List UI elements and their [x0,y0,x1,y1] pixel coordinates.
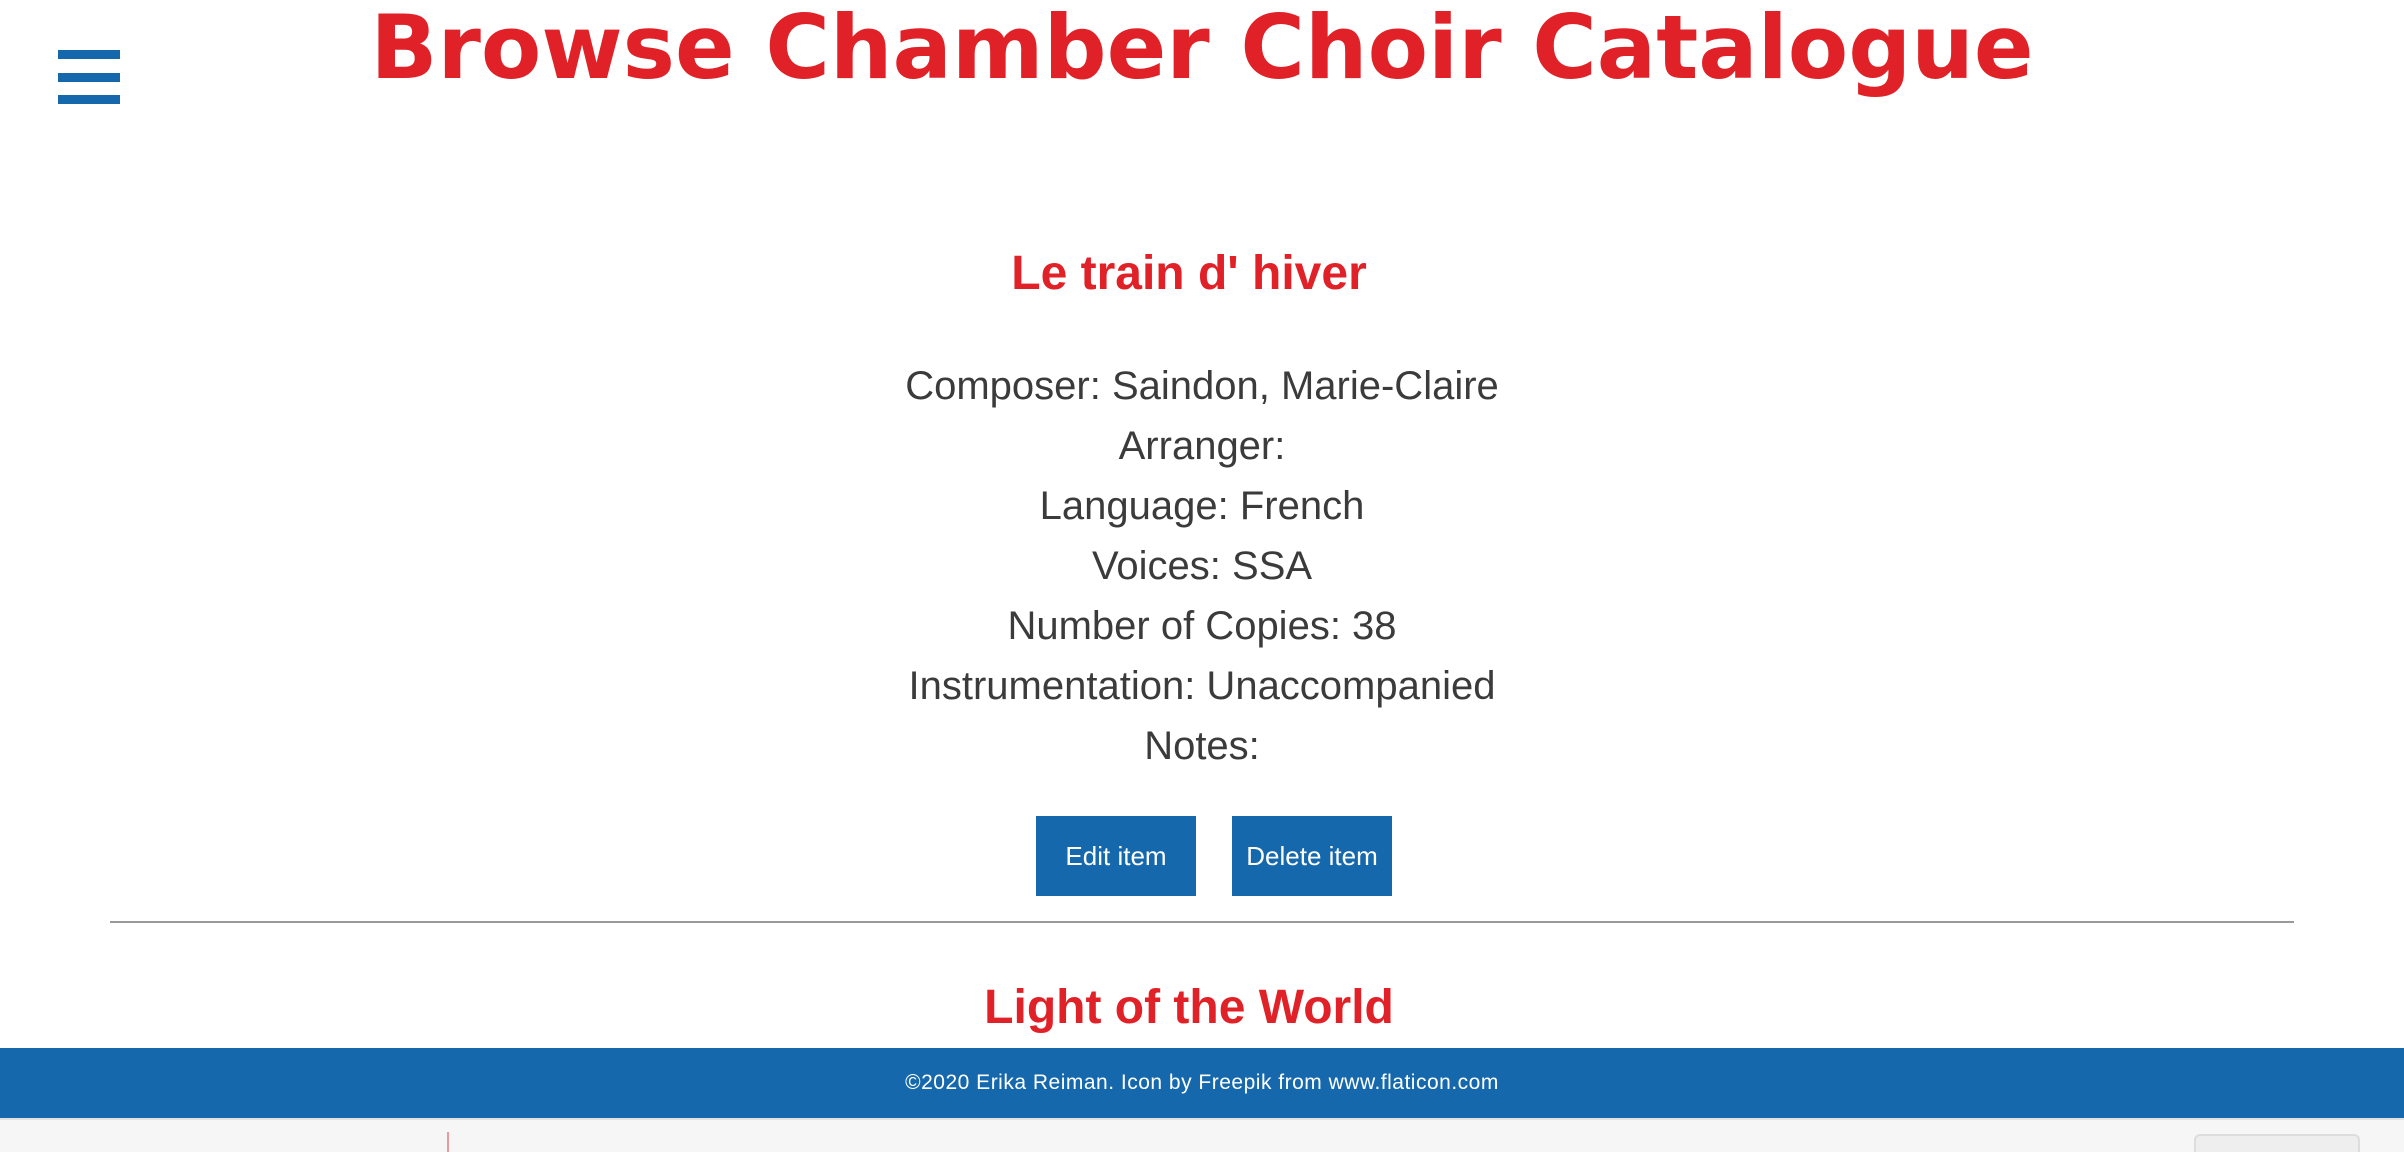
composer-field: Composer: Saindon, Marie-Claire [905,364,1499,408]
footer: ©2020 Erika Reiman. Icon by Freepik from… [0,1048,2404,1118]
notes-field: Notes: [1144,724,1260,768]
delete-item-button[interactable]: Delete item [1232,816,1392,896]
item-details: Composer: Saindon, Marie-Claire Arranger… [0,356,2404,776]
item-title: Le train d' hiver [1011,247,1367,300]
voices-field: Voices: SSA [1091,544,1313,588]
page: Browse Chamber Choir Catalogue Le train … [0,0,2404,1152]
arranger-field: Arranger: [1118,424,1286,468]
bottom-bar-marker [447,1132,449,1152]
language-field: Language: French [1039,484,1365,528]
edit-item-button[interactable]: Edit item [1036,816,1196,896]
item-title: Light of the World [984,981,1394,1034]
copies-field: Number of Copies: 38 [1007,604,1397,648]
bottom-bar-tab [2194,1134,2360,1152]
page-title: Browse Chamber Choir Catalogue [370,0,2034,99]
menu-bar-bottom [58,95,120,104]
footer-credit: ©2020 Erika Reiman. Icon by Freepik from… [905,1071,1499,1094]
item-actions: Edit item Delete item [1036,816,1392,896]
item-divider [110,921,2294,923]
browser-bottom-bar [0,1118,2404,1152]
instrumentation-field: Instrumentation: Unaccompanied [908,664,1496,708]
